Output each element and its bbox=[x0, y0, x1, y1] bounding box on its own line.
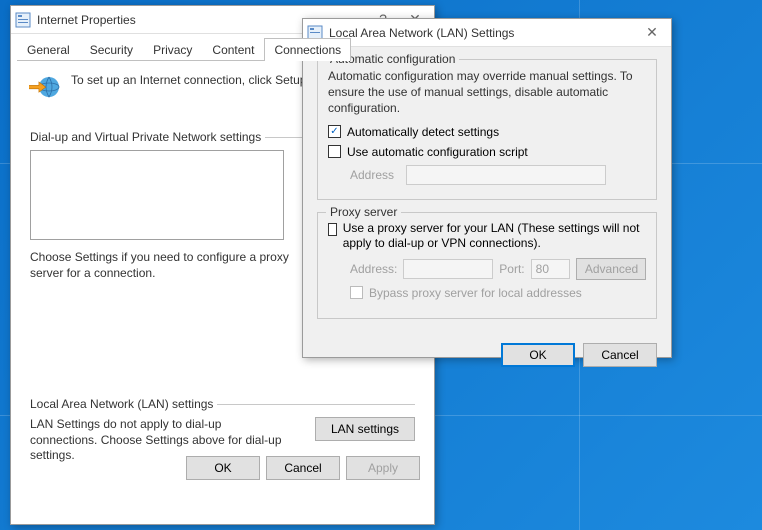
bypass-label: Bypass proxy server for local addresses bbox=[369, 286, 582, 300]
titlebar[interactable]: Local Area Network (LAN) Settings ✕ bbox=[303, 19, 671, 47]
cancel-button[interactable]: Cancel bbox=[583, 343, 657, 367]
lan-label: Local Area Network (LAN) settings bbox=[30, 397, 213, 411]
properties-icon bbox=[15, 12, 31, 28]
bypass-checkbox bbox=[350, 286, 363, 299]
ok-button[interactable]: OK bbox=[186, 456, 260, 480]
proxy-group: Proxy server Use a proxy server for your… bbox=[317, 212, 657, 319]
cancel-button[interactable]: Cancel bbox=[266, 456, 340, 480]
proxy-port-input: 80 bbox=[531, 259, 570, 279]
auto-detect-checkbox[interactable]: ✓ bbox=[328, 125, 341, 138]
auto-script-label: Use automatic configuration script bbox=[347, 145, 528, 159]
use-proxy-checkbox[interactable] bbox=[328, 223, 337, 236]
proxy-address-input bbox=[403, 259, 493, 279]
dialup-label: Dial-up and Virtual Private Network sett… bbox=[30, 130, 261, 144]
proxy-address-label: Address: bbox=[350, 262, 397, 276]
script-address-input bbox=[406, 165, 606, 185]
settings-hint: Choose Settings if you need to configure… bbox=[30, 250, 310, 281]
close-button[interactable]: ✕ bbox=[637, 24, 667, 41]
tab-connections[interactable]: Connections bbox=[264, 38, 351, 61]
globe-arrow-icon bbox=[29, 73, 61, 105]
auto-config-desc: Automatic configuration may override man… bbox=[328, 68, 646, 117]
address-label: Address bbox=[350, 168, 398, 182]
window-title: Local Area Network (LAN) Settings bbox=[329, 26, 637, 40]
lan-settings-window: Local Area Network (LAN) Settings ✕ Auto… bbox=[302, 18, 672, 358]
advanced-button[interactable]: Advanced bbox=[576, 258, 646, 280]
dialup-listbox[interactable] bbox=[30, 150, 284, 240]
proxy-legend: Proxy server bbox=[326, 205, 401, 219]
setup-text: To set up an Internet connection, click … bbox=[71, 73, 310, 89]
auto-script-checkbox[interactable] bbox=[328, 145, 341, 158]
lan-settings-button[interactable]: LAN settings bbox=[315, 417, 415, 441]
tab-security[interactable]: Security bbox=[80, 38, 143, 61]
tab-privacy[interactable]: Privacy bbox=[143, 38, 202, 61]
tab-content[interactable]: Content bbox=[202, 38, 264, 61]
apply-button[interactable]: Apply bbox=[346, 456, 420, 480]
auto-detect-label: Automatically detect settings bbox=[347, 125, 499, 139]
auto-config-group: Automatic configuration Automatic config… bbox=[317, 59, 657, 200]
ok-button[interactable]: OK bbox=[501, 343, 575, 367]
proxy-port-label: Port: bbox=[499, 262, 524, 276]
use-proxy-label: Use a proxy server for your LAN (These s… bbox=[343, 221, 646, 252]
tab-general[interactable]: General bbox=[17, 38, 80, 61]
